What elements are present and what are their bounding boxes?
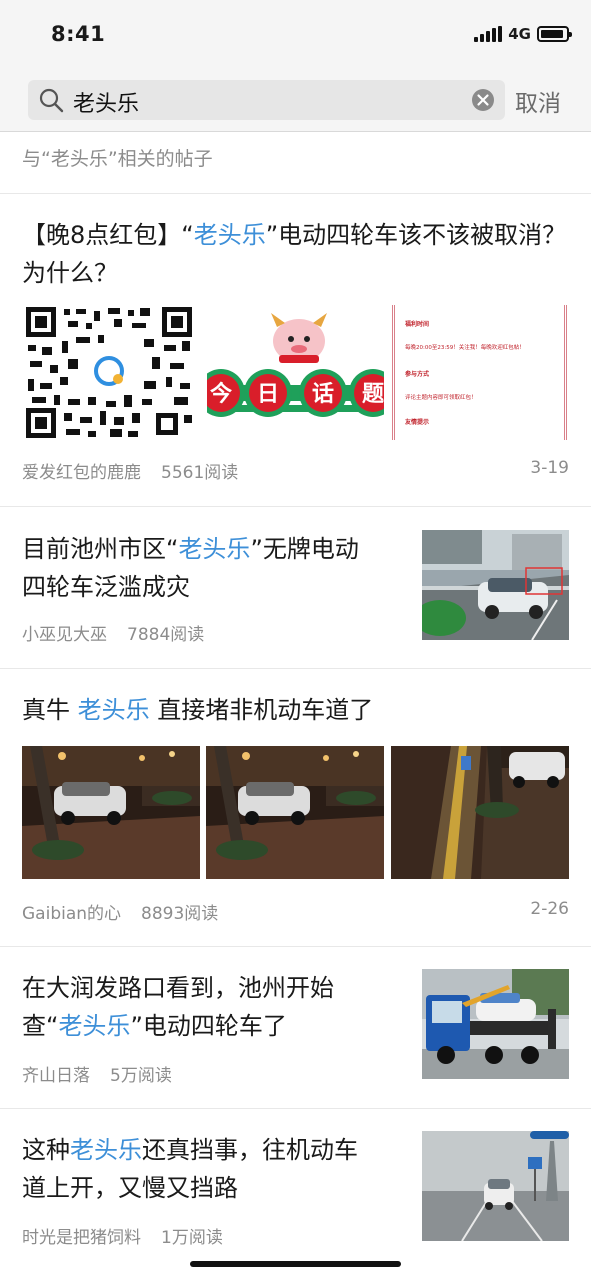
post-title[interactable]: 在大润发路口看到，池州开始查“老头乐”电动四轮车了 (22, 969, 372, 1045)
divider (0, 946, 591, 947)
post-title-text: 真牛 (22, 696, 78, 724)
post-thumbnail[interactable] (206, 746, 384, 879)
post-meta: 小巫见大巫 7884阅读 (22, 620, 204, 645)
night-street-photo (22, 746, 200, 879)
status-indicators: 4G (474, 25, 572, 43)
post-title-keyword: 老头乐 (193, 221, 266, 249)
post-date: 3-19 (530, 458, 569, 478)
notice-heading: 福利时间 (405, 321, 430, 328)
post-reads: 5万阅读 (110, 1066, 172, 1086)
post-thumbnail[interactable] (422, 530, 569, 640)
battery-level (541, 30, 563, 38)
post-author[interactable]: Gaibian的心 (22, 904, 121, 924)
post-title-text: 目前池州市区“ (22, 535, 179, 563)
notice-heading: 参与方式 (405, 371, 430, 378)
post-title[interactable]: 目前池州市区“老头乐”无牌电动四轮车泛滥成灾 (22, 530, 372, 606)
banner-graphic: 今 日 话 题 (207, 305, 384, 440)
notice-image[interactable]: 福利时间 每晚20:00至23:59！关注我！每晚欢迎红包帖！ 参与方式 评论主… (392, 305, 567, 440)
banner-char: 题 (362, 382, 384, 407)
post-thumbnail[interactable] (391, 746, 569, 879)
post-title-text: 这种 (22, 1136, 70, 1164)
post-meta: Gaibian的心 8893阅读 (22, 899, 218, 924)
post-reads: 5561阅读 (161, 463, 239, 483)
divider (0, 668, 591, 669)
status-time: 8:41 (51, 22, 106, 46)
post-reads: 1万阅读 (161, 1228, 223, 1248)
notice-text: 评论主题内容即可领取红包！ (405, 395, 477, 401)
post-title-keyword: 老头乐 (70, 1136, 142, 1164)
banner-char: 话 (312, 382, 334, 407)
post-author[interactable]: 时光是把猪饲料 (22, 1228, 141, 1248)
post-title[interactable]: 【晚8点红包】“老头乐”电动四轮车该不该被取消？为什么？ (22, 216, 567, 292)
post-reads: 8893阅读 (141, 904, 219, 924)
night-sidewalk-photo (391, 746, 569, 879)
divider (0, 1108, 591, 1109)
search-input[interactable]: 老头乐 (73, 86, 139, 118)
signal-icon (474, 26, 503, 42)
post-thumbnail[interactable] (22, 746, 200, 879)
top-bar: 8:41 4G 老头乐 取消 (0, 0, 591, 132)
cancel-button[interactable]: 取消 (515, 84, 561, 118)
post-thumbnail[interactable] (422, 1131, 569, 1241)
notice-heading: 友情提示 (405, 419, 430, 426)
divider (0, 506, 591, 507)
post-meta: 齐山日落 5万阅读 (22, 1061, 172, 1086)
post-title-keyword: 老头乐 (77, 696, 150, 724)
post-title[interactable]: 这种老头乐还真挡事，往机动车道上开，又慢又挡路 (22, 1131, 372, 1207)
post-title-keyword: 老头乐 (58, 1012, 131, 1040)
post-thumbnail[interactable] (422, 969, 569, 1079)
topic-banner-image[interactable]: 今 日 话 题 (207, 305, 384, 440)
night-street-photo (206, 746, 384, 879)
post-meta: 时光是把猪饲料 1万阅读 (22, 1223, 223, 1248)
foggy-road-photo (422, 1131, 569, 1241)
post-date: 2-26 (530, 899, 569, 919)
post-title-text: 【晚8点红包】“ (22, 221, 194, 249)
post-reads: 7884阅读 (127, 625, 205, 645)
qr-code-icon (24, 305, 194, 440)
home-indicator[interactable] (190, 1261, 401, 1267)
divider (0, 193, 591, 194)
post-title-text: 直接堵非机动车道了 (149, 696, 374, 724)
qr-code-image[interactable] (24, 305, 194, 440)
search-icon (39, 88, 64, 113)
post-author[interactable]: 齐山日落 (22, 1066, 90, 1086)
search-bar[interactable]: 老头乐 (28, 80, 505, 120)
clear-icon[interactable] (471, 88, 495, 112)
post-author[interactable]: 小巫见大巫 (22, 625, 107, 645)
post-title-text: ”电动四轮车了 (130, 1012, 287, 1040)
network-type: 4G (508, 25, 531, 43)
banner-char: 日 (257, 382, 279, 407)
street-photo (422, 530, 569, 640)
banner-char: 今 (210, 381, 232, 407)
post-author[interactable]: 爱发红包的鹿鹿 (22, 463, 141, 483)
post-title[interactable]: 真牛 老头乐 直接堵非机动车道了 (22, 691, 567, 729)
post-meta: 爱发红包的鹿鹿 5561阅读 (22, 458, 238, 483)
section-title: 与“老头乐”相关的帖子 (22, 148, 213, 170)
notice-text: 每晚20:00至23:59！关注我！每晚欢迎红包帖！ (405, 345, 525, 351)
battery-icon (537, 26, 572, 42)
tow-truck-photo (422, 969, 569, 1079)
post-title-keyword: 老头乐 (178, 535, 251, 563)
